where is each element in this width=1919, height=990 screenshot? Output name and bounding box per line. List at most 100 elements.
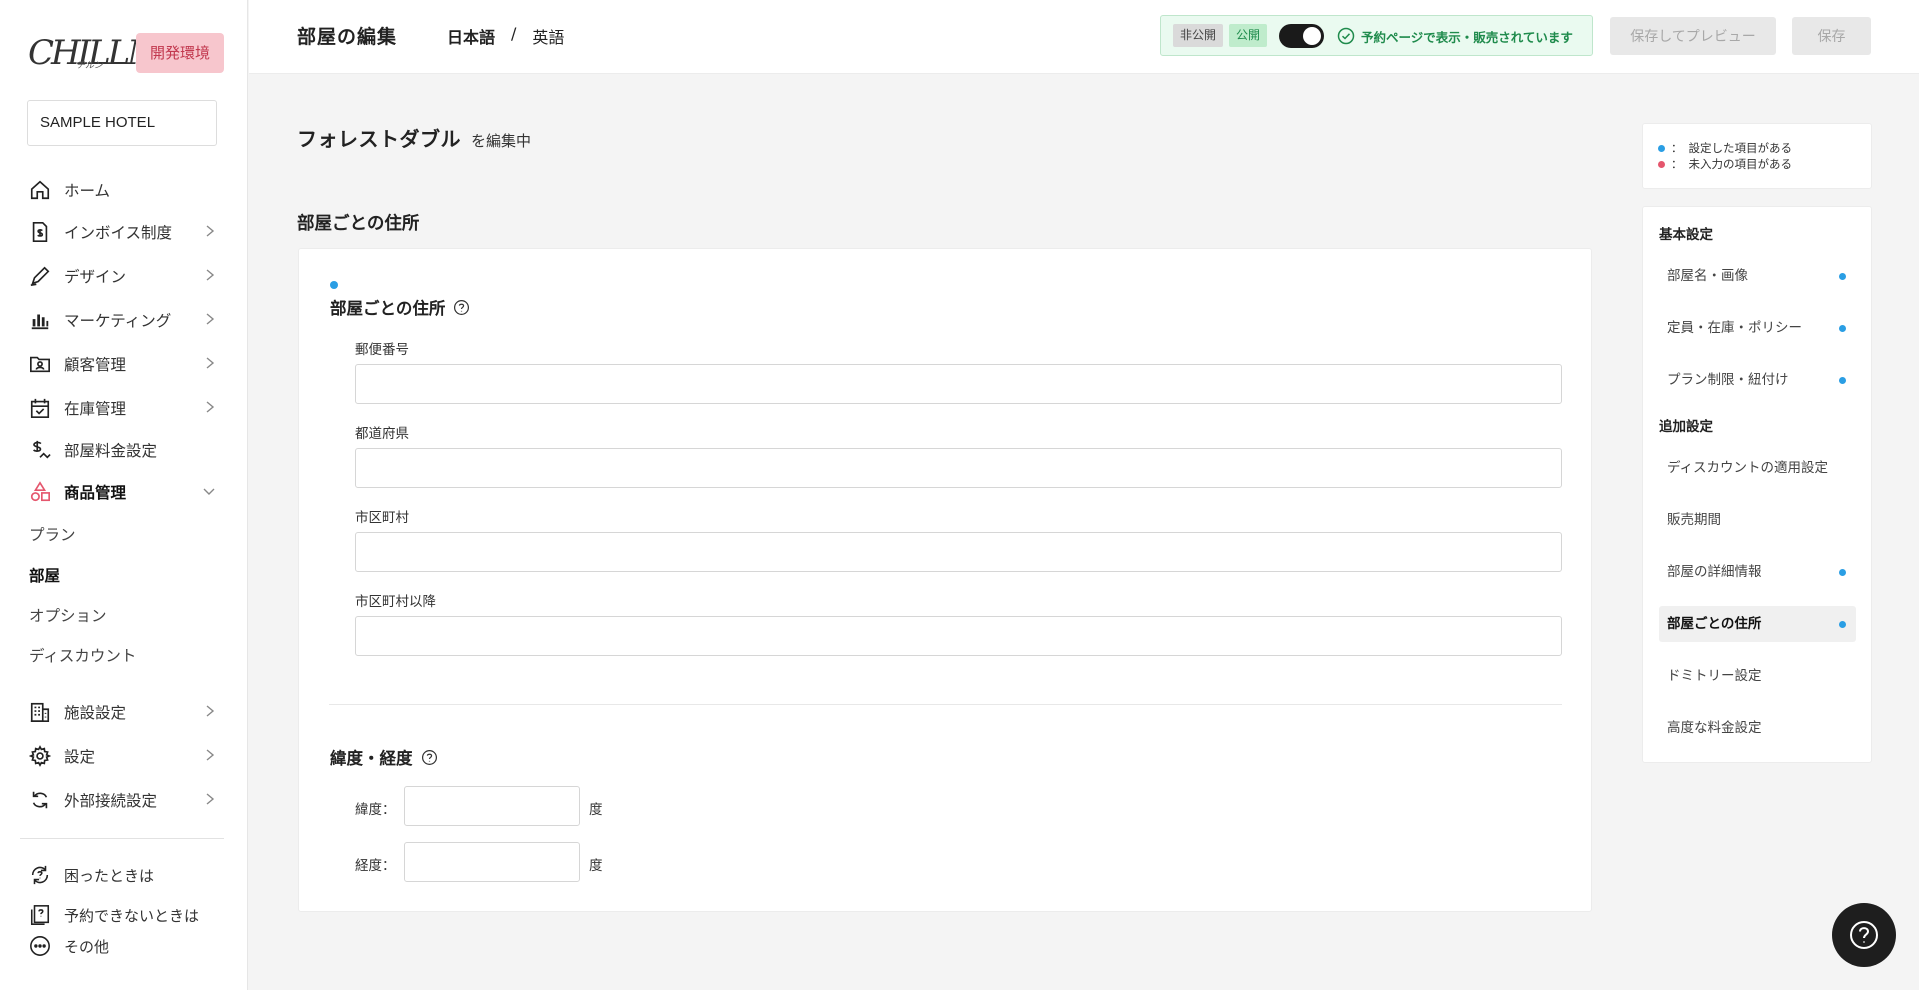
check-circle-icon — [1337, 27, 1355, 45]
nav-room-address[interactable]: 部屋ごとの住所 — [1659, 606, 1856, 642]
help-button[interactable] — [1832, 903, 1896, 967]
chevron-right-icon — [206, 793, 215, 805]
nav-advanced-pricing[interactable]: 高度な料金設定 — [1659, 710, 1856, 746]
hotel-selector[interactable]: SAMPLE HOTEL — [27, 100, 217, 146]
prefecture-input[interactable] — [355, 448, 1562, 488]
sidebar-divider — [20, 838, 224, 839]
set-indicator-dot — [330, 281, 338, 289]
nav-marketing[interactable]: マーケティング — [28, 303, 220, 337]
nav-invoice[interactable]: インボイス制度 — [28, 215, 220, 249]
chevron-right-icon — [206, 705, 215, 717]
legend-empty-text: 未入力の項目がある — [1688, 157, 1793, 171]
nav-link-label: 高度な料金設定 — [1667, 720, 1762, 736]
nav-link-label: 部屋ごとの住所 — [1667, 616, 1762, 632]
nav-customers[interactable]: 顧客管理 — [28, 347, 220, 381]
nav-design-label: デザイン — [64, 268, 127, 286]
nav-dormitory[interactable]: ドミトリー設定 — [1659, 658, 1856, 694]
bar-chart-icon — [28, 308, 52, 332]
nav-link-label: 部屋名・画像 — [1667, 268, 1748, 284]
nav-home[interactable]: ホーム — [28, 173, 220, 207]
nav-link-label: プラン制限・紐付け — [1667, 372, 1789, 388]
blue-dot — [1658, 144, 1665, 152]
gear-icon — [28, 744, 52, 768]
sync-icon — [28, 788, 52, 812]
nav-external-label: 外部接続設定 — [64, 792, 158, 810]
publish-toggle[interactable] — [1279, 24, 1324, 48]
nav-products-label: 商品管理 — [64, 484, 127, 502]
nav-discount-apply[interactable]: ディスカウントの適用設定 — [1659, 450, 1856, 486]
save-button[interactable]: 保存 — [1792, 17, 1871, 55]
nav-design[interactable]: デザイン — [28, 259, 220, 293]
latitude-label: 緯度： — [355, 802, 396, 818]
tab-english[interactable]: 英語 — [532, 24, 564, 48]
latitude-unit: 度 — [589, 802, 603, 818]
nav-room-pricing-label: 部屋料金設定 — [64, 442, 158, 460]
nav-sales-period[interactable]: 販売期間 — [1659, 502, 1856, 538]
price-icon — [28, 438, 52, 462]
postal-code-input[interactable] — [355, 364, 1562, 404]
chevron-right-icon — [206, 749, 215, 761]
nav-invoice-label: インボイス制度 — [64, 224, 173, 242]
longitude-unit: 度 — [589, 858, 603, 874]
question-icon[interactable] — [453, 299, 470, 316]
nav-facility[interactable]: 施設設定 — [28, 695, 220, 729]
set-dot — [1839, 377, 1846, 384]
nav-customers-label: 顧客管理 — [64, 356, 127, 374]
footer-cannot-book-label: 予約できないときは — [64, 906, 200, 925]
legend-set: ： 設定した項目がある — [1658, 140, 1792, 156]
language-tabs: 日本語 / 英語 — [447, 24, 564, 48]
question-icon[interactable] — [421, 749, 438, 766]
set-dot — [1839, 621, 1846, 628]
set-dot — [1839, 569, 1846, 576]
publish-status-box: 非公開 公開 予約ページで表示・販売されています — [1160, 15, 1593, 56]
city-input[interactable] — [355, 532, 1562, 572]
language-separator: / — [511, 24, 517, 43]
nav-room-details[interactable]: 部屋の詳細情報 — [1659, 554, 1856, 590]
address-heading: 部屋ごとの住所 — [330, 295, 470, 319]
tab-japanese[interactable]: 日本語 — [447, 24, 495, 48]
legend-set-text: 設定した項目がある — [1688, 141, 1793, 155]
nav-room-name-image[interactable]: 部屋名・画像 — [1659, 258, 1856, 294]
invoice-icon — [28, 220, 52, 244]
footer-cannot-book[interactable]: 予約できないときは — [28, 898, 220, 932]
section-nav-panel: 基本設定 部屋名・画像 定員・在庫・ポリシー プラン制限・紐付け 追加設定 ディ… — [1642, 206, 1872, 763]
coords-heading: 緯度・経度 — [330, 745, 438, 769]
nav-products[interactable]: 商品管理 — [28, 475, 220, 509]
sidebar: CHILLNN チルン 開発環境 SAMPLE HOTEL ホーム インボイス制… — [0, 0, 248, 990]
footer-help[interactable]: 困ったときは — [28, 858, 220, 892]
subnav-room[interactable]: 部屋 — [29, 564, 60, 586]
legend-empty: ： 未入力の項目がある — [1658, 156, 1792, 172]
chevron-right-icon — [206, 401, 215, 413]
city-label: 市区町村 — [355, 510, 409, 526]
nav-home-label: ホーム — [64, 182, 111, 200]
subnav-option[interactable]: オプション — [29, 604, 107, 626]
nav-inventory[interactable]: 在庫管理 — [28, 391, 220, 425]
top-bar: 部屋の編集 日本語 / 英語 非公開 公開 予約ページで表示・販売されています … — [249, 0, 1919, 74]
street-input[interactable] — [355, 616, 1562, 656]
calendar-check-icon — [28, 396, 52, 420]
nav-settings[interactable]: 設定 — [28, 739, 220, 773]
chevron-right-icon — [206, 313, 215, 325]
nav-plan-restriction[interactable]: プラン制限・紐付け — [1659, 362, 1856, 398]
nav-room-pricing[interactable]: 部屋料金設定 — [28, 433, 220, 467]
room-name: フォレストダブル — [297, 127, 461, 151]
subnav-discount[interactable]: ディスカウント — [29, 644, 136, 666]
environment-badge: 開発環境 — [136, 33, 224, 73]
shapes-icon — [28, 480, 52, 504]
footer-other[interactable]: その他 — [28, 929, 220, 963]
subnav-plan[interactable]: プラン — [29, 523, 76, 545]
save-preview-button[interactable]: 保存してプレビュー — [1610, 17, 1776, 55]
customer-folder-icon — [28, 352, 52, 376]
question-icon — [1850, 921, 1878, 949]
nav-external[interactable]: 外部接続設定 — [28, 783, 220, 817]
longitude-input[interactable] — [404, 842, 580, 882]
longitude-label: 経度： — [355, 858, 396, 874]
nav-settings-label: 設定 — [64, 748, 96, 766]
nav-link-label: ドミトリー設定 — [1667, 668, 1762, 684]
nav-capacity-policy[interactable]: 定員・在庫・ポリシー — [1659, 310, 1856, 346]
nav-link-label: ディスカウントの適用設定 — [1667, 460, 1829, 476]
latitude-input[interactable] — [404, 786, 580, 826]
legend-box: ： 設定した項目がある ： 未入力の項目がある — [1642, 123, 1872, 189]
chevron-right-icon — [206, 269, 215, 281]
group-basic: 基本設定 — [1659, 227, 1713, 243]
